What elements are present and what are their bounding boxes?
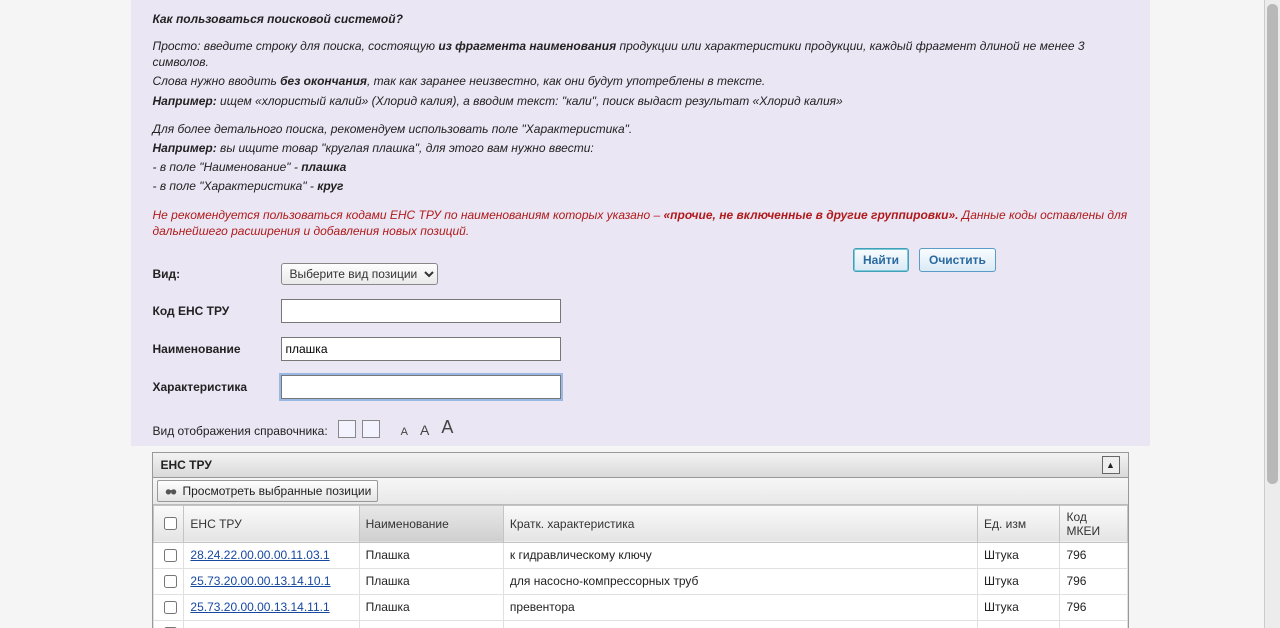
cell-name: Плашка (359, 568, 503, 594)
cell-code: 25.73.20.00.00.13.14.10.1 (184, 568, 359, 594)
col-mkei[interactable]: Код МКЕИ (1060, 505, 1127, 542)
cell-mkei: 796 (1060, 620, 1127, 628)
panel-title: ЕНС ТРУ (161, 458, 212, 472)
label-char: Характеристика (153, 380, 281, 394)
panel-collapse-button[interactable]: ▲ (1102, 456, 1120, 474)
cell-unit: Штука (978, 568, 1060, 594)
cell-char: превентора (503, 594, 977, 620)
cell-unit: Штука (978, 594, 1060, 620)
row-checkbox[interactable] (164, 575, 177, 588)
select-all-checkbox[interactable] (164, 517, 177, 530)
row-checkbox[interactable] (164, 601, 177, 614)
help-line-2: Слова нужно вводить без окончания, так к… (153, 73, 1128, 89)
t: Например: (153, 94, 217, 108)
cell-mkei: 796 (1060, 542, 1127, 568)
t: вы ищите товар "круглая плашка", для это… (217, 141, 594, 155)
view-tree-icon[interactable] (362, 420, 380, 438)
cell-char: для насосно-компрессорных труб (503, 568, 977, 594)
col-name[interactable]: Наименование (359, 505, 503, 542)
help-line-6: - в поле "Наименование" - плашка (153, 159, 1128, 175)
table-row[interactable]: 25.73.20.00.00.13.14.11.1 Плашкапревентор… (153, 594, 1127, 620)
t: Просмотреть выбранные позиции (183, 484, 372, 498)
cell-char: Круглые плашки (503, 620, 977, 628)
code-input[interactable] (281, 299, 561, 323)
help-line-3: Например: ищем «хлористый калий» (Хлорид… (153, 93, 1128, 109)
t: , так как заранее неизвестно, как они бу… (367, 74, 765, 88)
col-unit[interactable]: Ед. изм (978, 505, 1060, 542)
col-checkbox[interactable] (153, 505, 184, 542)
fontsize-small[interactable]: A (398, 426, 411, 438)
page-scrollbar[interactable] (1264, 0, 1280, 628)
cell-code: 28.24.22.00.00.00.11.03.1 (184, 542, 359, 568)
help-line-1: Просто: введите строку для поиска, состо… (153, 38, 1128, 70)
t: плашка (301, 160, 346, 174)
results-panel: ЕНС ТРУ ▲ Просмотреть выбранные позиции … (152, 452, 1129, 628)
cell-name: Плашка (359, 542, 503, 568)
t: - в поле "Наименование" - (153, 160, 302, 174)
cell-name: Плашка (359, 620, 503, 628)
help-line-7: - в поле "Характеристика" - круг (153, 178, 1128, 194)
cell-name: Плашка (359, 594, 503, 620)
char-input[interactable] (281, 375, 561, 399)
label-viewmode: Вид отображения справочника: (153, 424, 328, 438)
help-title: Как пользоваться поисковой системой? (153, 12, 1128, 26)
table-row[interactable]: 25.73.20.00.00.13.14.10.1 Плашкадля насос… (153, 568, 1127, 594)
help-line-4: Для более детального поиска, рекомендуем… (153, 121, 1128, 137)
t: «прочие, не включенные в другие группиро… (663, 208, 958, 222)
t: из фрагмента наименования (438, 39, 616, 53)
vid-select[interactable]: Выберите вид позиции (281, 263, 438, 285)
cell-code: 25.73.20.00.00.13.14.11.1 (184, 594, 359, 620)
label-code: Код ЕНС ТРУ (153, 304, 281, 318)
fontsize-medium[interactable]: A (417, 422, 432, 438)
name-input[interactable] (281, 337, 561, 361)
cell-code: 25.73.20.00.00.13.10.10.1 (184, 620, 359, 628)
view-list-icon[interactable] (338, 420, 356, 438)
col-code[interactable]: ЕНС ТРУ (184, 505, 359, 542)
view-selected-button[interactable]: Просмотреть выбранные позиции (157, 480, 379, 502)
t: Например: (153, 141, 217, 155)
binoculars-icon (164, 484, 178, 498)
clear-button[interactable]: Очистить (919, 248, 996, 272)
code-link[interactable]: 28.24.22.00.00.00.11.03.1 (190, 548, 329, 562)
table-row[interactable]: 28.24.22.00.00.00.11.03.1 Плашкак гидравл… (153, 542, 1127, 568)
cell-unit: Штука (978, 542, 1060, 568)
t: ищем «хлористый калий» (Хлорид калия), а… (217, 94, 843, 108)
code-link[interactable]: 25.73.20.00.00.13.14.11.1 (190, 600, 329, 614)
search-button[interactable]: Найти (853, 248, 909, 272)
code-link[interactable]: 25.73.20.00.00.13.14.10.1 (190, 574, 330, 588)
help-warning: Не рекомендуется пользоваться кодами ЕНС… (153, 207, 1128, 239)
row-checkbox[interactable] (164, 549, 177, 562)
cell-unit: Штука (978, 620, 1060, 628)
cell-mkei: 796 (1060, 594, 1127, 620)
col-char[interactable]: Кратк. характеристика (503, 505, 977, 542)
label-name: Наименование (153, 342, 281, 356)
t: круг (317, 179, 343, 193)
t: без окончания (280, 74, 367, 88)
label-vid: Вид: (153, 267, 281, 281)
scrollbar-thumb[interactable] (1267, 4, 1278, 484)
help-line-5: Например: вы ищите товар "круглая плашка… (153, 140, 1128, 156)
t: - в поле "Характеристика" - (153, 179, 318, 193)
t: Просто: введите строку для поиска, состо… (153, 39, 439, 53)
t: Слова нужно вводить (153, 74, 281, 88)
cell-char: к гидравлическому ключу (503, 542, 977, 568)
table-row[interactable]: 25.73.20.00.00.13.10.10.1ПлашкаКруглые п… (153, 620, 1127, 628)
t: Не рекомендуется пользоваться кодами ЕНС… (153, 208, 664, 222)
fontsize-large[interactable]: A (438, 417, 456, 438)
cell-mkei: 796 (1060, 568, 1127, 594)
results-table: ЕНС ТРУ Наименование Кратк. характеристи… (153, 505, 1128, 628)
